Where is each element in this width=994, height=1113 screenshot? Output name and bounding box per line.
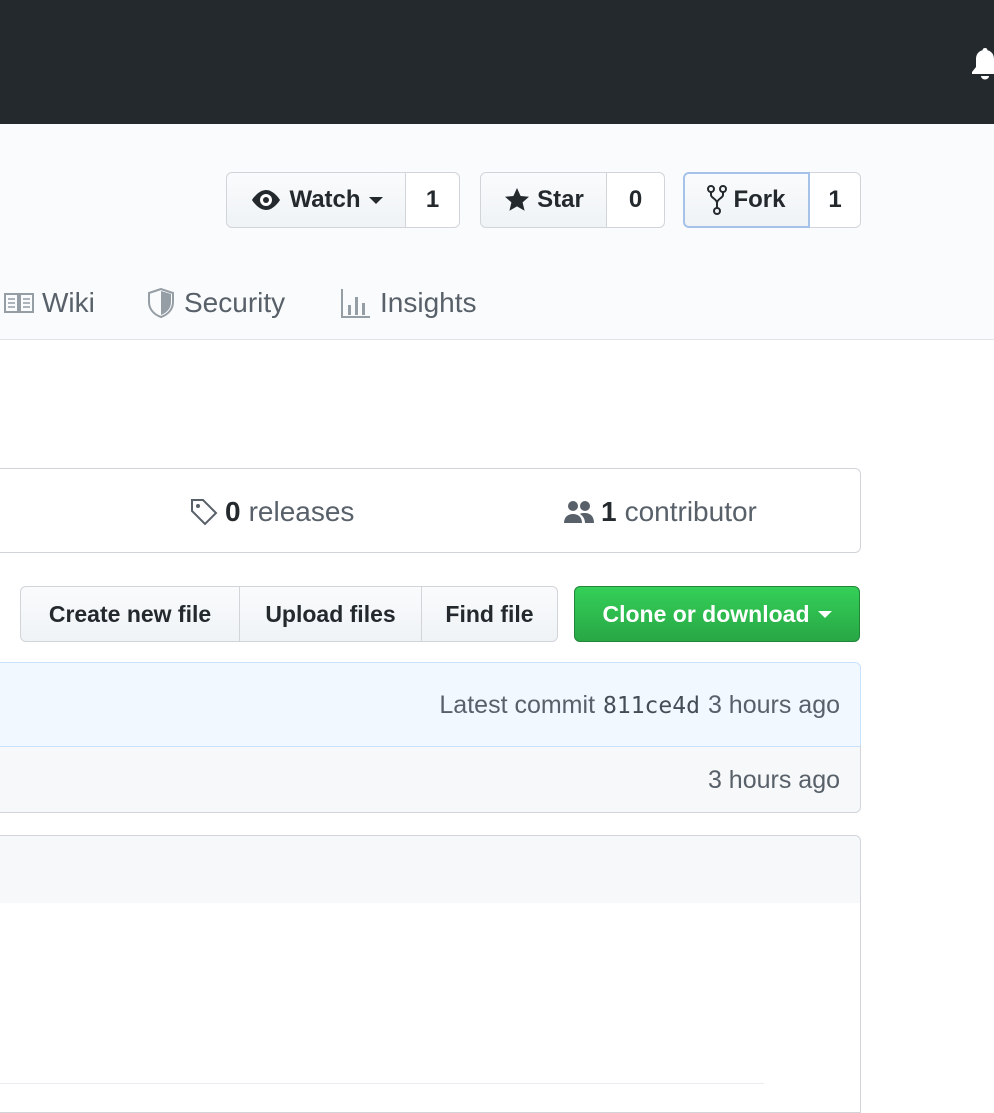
upload-files-button[interactable]: Upload files [240,586,422,642]
releases-label: releases [248,495,355,527]
fork-group: Fork 1 [683,172,861,228]
file-row: 3 hours ago [0,746,861,813]
commit-tease: Latest commit 811ce4d 3 hours ago [0,662,861,747]
latest-commit: Latest commit 811ce4d 3 hours ago [439,663,840,748]
readme-header [0,835,861,904]
star-button[interactable]: Star [480,172,607,228]
releases-count: 0 [225,495,241,527]
repo-forked-icon [707,185,728,215]
file-navigation: Create new file Upload files Find file [20,586,558,642]
tab-wiki[interactable]: Wiki [4,280,95,326]
bell-icon[interactable] [970,46,994,80]
book-icon [4,293,34,313]
star-label: Star [537,186,584,213]
latest-commit-prefix: Latest commit [439,691,596,719]
clone-or-download-button[interactable]: Clone or download [574,586,860,642]
contributors-label: contributor [624,495,757,527]
star-group: Star 0 [480,172,665,228]
watch-label: Watch [289,186,361,213]
watch-group: Watch 1 [226,172,460,228]
contributors-count: 1 [601,495,617,527]
fork-label: Fork [733,186,786,213]
commit-time: 3 hours ago [707,691,840,719]
chevron-down-icon [368,196,383,204]
numbers-summary: 0 releases 1 contributor [0,468,861,553]
tab-insights-label: Insights [380,287,477,318]
file-row-time: 3 hours ago [707,766,840,794]
contributors-link[interactable]: 1 contributor [563,469,757,554]
find-file-button[interactable]: Find file [422,586,558,642]
create-new-file-button[interactable]: Create new file [20,586,240,642]
tab-insights[interactable]: Insights [340,280,477,326]
tag-icon [191,498,218,525]
star-icon [505,188,530,211]
chevron-down-icon [817,610,832,618]
watch-count[interactable]: 1 [406,172,460,228]
people-icon [564,500,594,523]
clone-label: Clone or download [602,600,810,627]
commit-sha-link[interactable]: 811ce4d [603,693,700,719]
readme-body [0,903,861,1113]
readme-divider [0,1083,764,1084]
shield-icon [148,287,174,319]
eye-icon [252,190,281,210]
tab-security[interactable]: Security [146,280,285,326]
star-count[interactable]: 0 [607,172,665,228]
watch-button[interactable]: Watch [226,172,406,228]
releases-link[interactable]: 0 releases [189,469,354,554]
tab-security-label: Security [184,287,286,318]
tab-wiki-label: Wiki [42,287,95,318]
graph-icon [341,289,370,318]
global-header [0,0,994,124]
fork-count[interactable]: 1 [810,172,861,228]
fork-button[interactable]: Fork [683,172,810,228]
